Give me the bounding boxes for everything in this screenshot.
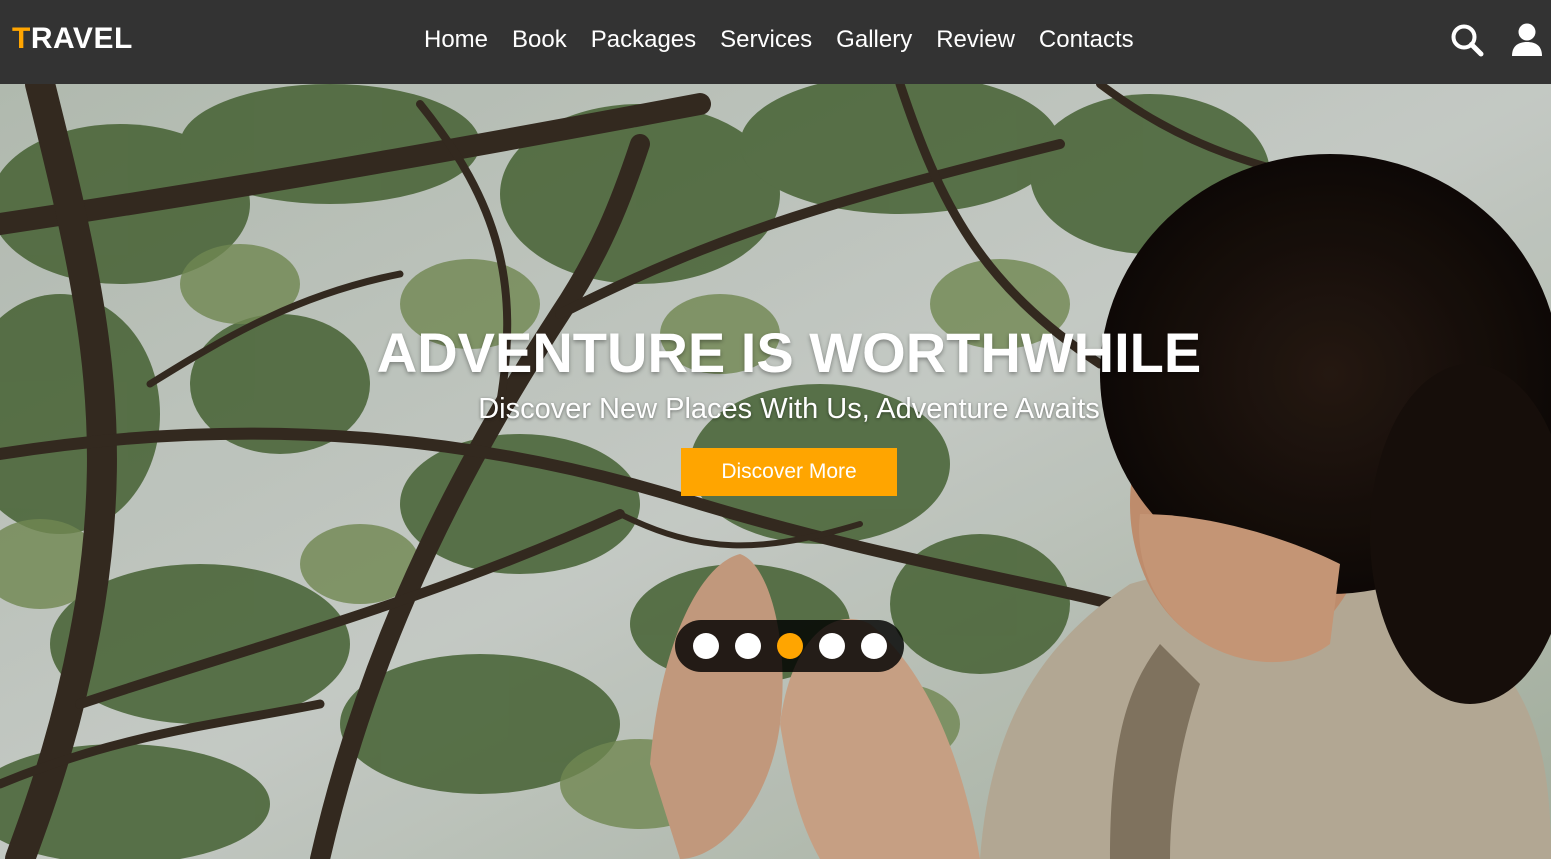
- hero-banner: ADVENTURE IS WORTHWHILE Discover New Pla…: [0, 84, 1551, 859]
- nav-link-book[interactable]: Book: [500, 24, 579, 56]
- slider-dot[interactable]: [692, 633, 719, 659]
- slider-dot[interactable]: [818, 633, 845, 659]
- slider-dots: [675, 620, 904, 672]
- logo[interactable]: TRAVEL: [12, 22, 133, 56]
- navbar: TRAVEL Home Book Packages Services Galle…: [0, 0, 1551, 84]
- nav-links: Home Book Packages Services Gallery Revi…: [412, 24, 1146, 56]
- search-icon[interactable]: [1449, 20, 1485, 60]
- discover-more-button[interactable]: Discover More: [681, 448, 897, 496]
- logo-accent-letter: T: [12, 22, 31, 55]
- hero-content: ADVENTURE IS WORTHWHILE Discover New Pla…: [0, 320, 1551, 496]
- nav-icons: [1449, 20, 1545, 60]
- nav-link-contacts[interactable]: Contacts: [1027, 24, 1146, 56]
- nav-link-packages[interactable]: Packages: [579, 24, 708, 56]
- nav-link-gallery[interactable]: Gallery: [824, 24, 924, 56]
- hero-title: ADVENTURE IS WORTHWHILE: [376, 321, 1202, 384]
- nav-link-services[interactable]: Services: [708, 24, 824, 56]
- user-icon[interactable]: [1509, 20, 1545, 60]
- nav-link-home[interactable]: Home: [412, 24, 500, 56]
- slider-dot[interactable]: [860, 633, 887, 659]
- logo-text: RAVEL: [30, 22, 133, 55]
- hero-subtitle: Discover New Places With Us, Adventure A…: [478, 393, 1100, 425]
- slider-dot[interactable]: [734, 633, 761, 659]
- nav-link-review[interactable]: Review: [924, 24, 1027, 56]
- slider-dot-active[interactable]: [776, 633, 803, 659]
